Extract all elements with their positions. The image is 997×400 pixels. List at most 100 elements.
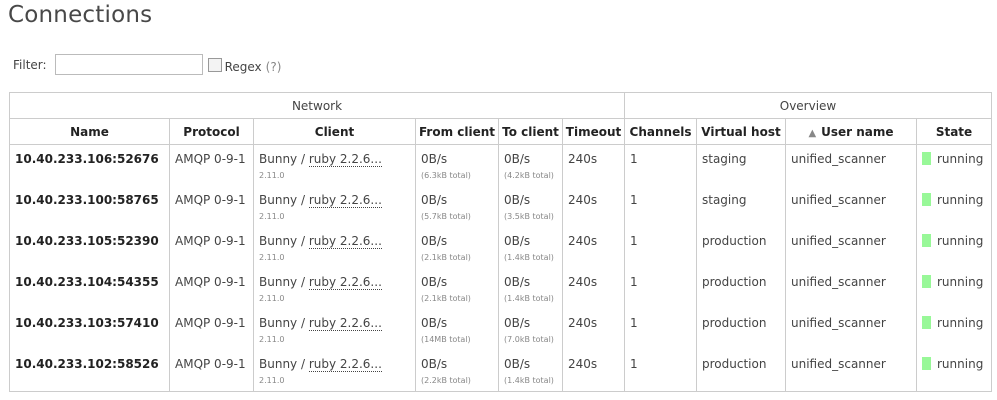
cell-user-name: unified_scanner <box>785 309 917 350</box>
column-header-state[interactable]: State <box>916 118 992 145</box>
state-text: running <box>937 275 984 289</box>
from-client-total: (2.2kB total) <box>421 376 471 385</box>
cell-name: 10.40.233.102:58526 <box>9 350 170 392</box>
to-client-rate: 0B/s <box>504 275 531 289</box>
client-version: ruby 2.2.6... <box>308 152 382 167</box>
user-name-text: unified_scanner <box>791 316 886 330</box>
cell-channels: 1 <box>624 186 697 227</box>
client-prefix: Bunny / <box>259 193 309 207</box>
cell-client: Bunny / ruby 2.2.6... 2.11.0 <box>253 186 416 227</box>
filter-input[interactable] <box>54 54 203 75</box>
cell-state: running <box>916 186 992 227</box>
state-text: running <box>937 152 984 166</box>
cell-protocol: AMQP 0-9-1 <box>169 350 254 392</box>
cell-state: running <box>916 227 992 268</box>
cell-state: running <box>916 309 992 350</box>
protocol-text: AMQP 0-9-1 <box>175 357 246 371</box>
column-header-user-name[interactable]: ▲ User name <box>785 118 917 145</box>
group-header-overview: Overview <box>624 92 992 119</box>
cell-virtual-host: production <box>696 227 786 268</box>
client-sub-version: 2.11.0 <box>259 212 285 221</box>
from-client-rate: 0B/s <box>421 275 448 289</box>
cell-from-client: 0B/s (2.1kB total) <box>415 268 499 309</box>
cell-from-client: 0B/s (2.2kB total) <box>415 350 499 392</box>
timeout-text: 240s <box>568 152 598 166</box>
regex-label: Regex <box>224 59 262 74</box>
state-indicator-icon <box>922 316 931 329</box>
table-row: 10.40.233.104:54355 AMQP 0-9-1 Bunny / rub… <box>9 268 992 309</box>
cell-from-client: 0B/s (14MB total) <box>415 309 499 350</box>
to-client-total: (1.4kB total) <box>504 294 554 303</box>
user-name-text: unified_scanner <box>791 193 886 207</box>
table-row: 10.40.233.103:57410 AMQP 0-9-1 Bunny / rub… <box>9 309 992 350</box>
protocol-text: AMQP 0-9-1 <box>175 152 246 166</box>
virtual-host-text: production <box>702 316 767 330</box>
connection-name-link[interactable]: 10.40.233.102:58526 <box>15 357 159 371</box>
cell-protocol: AMQP 0-9-1 <box>169 186 254 227</box>
virtual-host-text: production <box>702 275 767 289</box>
cell-state: running <box>916 144 992 186</box>
cell-user-name: unified_scanner <box>785 268 917 309</box>
sort-ascending-icon: ▲ <box>808 127 817 139</box>
user-name-text: unified_scanner <box>791 234 886 248</box>
from-client-total: (2.1kB total) <box>421 253 471 262</box>
connection-name-link[interactable]: 10.40.233.105:52390 <box>15 234 159 248</box>
filter-label: Filter: <box>13 57 47 72</box>
column-header-client[interactable]: Client <box>253 118 416 145</box>
cell-channels: 1 <box>624 227 697 268</box>
regex-help-link[interactable]: (?) <box>266 60 282 74</box>
from-client-rate: 0B/s <box>421 234 448 248</box>
client-sub-version: 2.11.0 <box>259 171 285 180</box>
cell-state: running <box>916 350 992 392</box>
column-header-timeout[interactable]: Timeout <box>562 118 625 145</box>
to-client-total: (3.5kB total) <box>504 212 554 221</box>
column-header-to-client[interactable]: To client <box>498 118 563 145</box>
cell-virtual-host: production <box>696 268 786 309</box>
to-client-rate: 0B/s <box>504 357 531 371</box>
column-header-from-client[interactable]: From client <box>415 118 499 145</box>
protocol-text: AMQP 0-9-1 <box>175 275 246 289</box>
state-indicator-icon <box>922 193 931 206</box>
cell-client: Bunny / ruby 2.2.6... 2.11.0 <box>253 268 416 309</box>
client-prefix: Bunny / <box>259 316 309 330</box>
state-text: running <box>937 234 984 248</box>
cell-to-client: 0B/s (1.4kB total) <box>498 268 563 309</box>
cell-to-client: 0B/s (1.4kB total) <box>498 227 563 268</box>
from-client-total: (6.3kB total) <box>421 171 471 180</box>
cell-protocol: AMQP 0-9-1 <box>169 144 254 186</box>
cell-state: running <box>916 268 992 309</box>
cell-name: 10.40.233.104:54355 <box>9 268 170 309</box>
client-sub-version: 2.11.0 <box>259 253 285 262</box>
channels-count: 1 <box>630 357 638 371</box>
channels-count: 1 <box>630 275 638 289</box>
regex-checkbox[interactable] <box>207 57 222 72</box>
timeout-text: 240s <box>568 316 598 330</box>
client-sub-version: 2.11.0 <box>259 335 285 344</box>
column-header-user-name-label: User name <box>821 124 894 139</box>
connection-name-link[interactable]: 10.40.233.106:52676 <box>15 152 159 166</box>
timeout-text: 240s <box>568 275 598 289</box>
cell-protocol: AMQP 0-9-1 <box>169 309 254 350</box>
cell-virtual-host: staging <box>696 144 786 186</box>
connection-name-link[interactable]: 10.40.233.104:54355 <box>15 275 159 289</box>
client-prefix: Bunny / <box>259 152 309 166</box>
protocol-text: AMQP 0-9-1 <box>175 193 246 207</box>
to-client-total: (7.0kB total) <box>504 335 554 344</box>
cell-to-client: 0B/s (3.5kB total) <box>498 186 563 227</box>
from-client-rate: 0B/s <box>421 357 448 371</box>
table-row: 10.40.233.105:52390 AMQP 0-9-1 Bunny / rub… <box>9 227 992 268</box>
column-header-protocol[interactable]: Protocol <box>169 118 254 145</box>
column-header-name[interactable]: Name <box>9 118 170 145</box>
user-name-text: unified_scanner <box>791 152 886 166</box>
column-header-channels[interactable]: Channels <box>624 118 697 145</box>
connection-name-link[interactable]: 10.40.233.103:57410 <box>15 316 159 330</box>
state-indicator-icon <box>922 275 931 288</box>
column-header-virtual-host[interactable]: Virtual host <box>696 118 786 145</box>
from-client-total: (2.1kB total) <box>421 294 471 303</box>
cell-name: 10.40.233.100:58765 <box>9 186 170 227</box>
cell-timeout: 240s <box>562 186 625 227</box>
cell-channels: 1 <box>624 144 697 186</box>
table-row: 10.40.233.100:58765 AMQP 0-9-1 Bunny / rub… <box>9 186 992 227</box>
connection-name-link[interactable]: 10.40.233.100:58765 <box>15 193 159 207</box>
cell-user-name: unified_scanner <box>785 227 917 268</box>
